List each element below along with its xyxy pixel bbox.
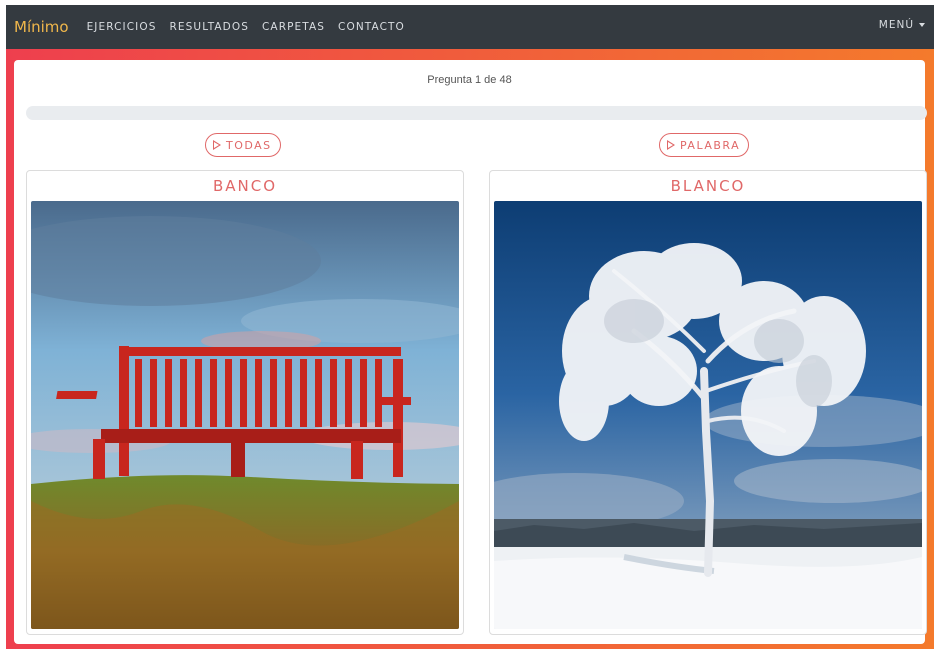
answer-card-blanco[interactable]: BLANCO xyxy=(489,170,927,635)
bench-image xyxy=(31,201,459,629)
play-word-label: PALABRA xyxy=(680,138,741,152)
nav-link-contacto[interactable]: CONTACTO xyxy=(338,21,405,33)
nav-link-carpetas[interactable]: CARPETAS xyxy=(262,21,325,33)
play-all-button[interactable]: TODAS xyxy=(205,133,281,157)
nav-link-resultados[interactable]: RESULTADOS xyxy=(170,21,249,33)
snow-tree-illustration xyxy=(494,201,922,629)
play-word-button[interactable]: PALABRA xyxy=(659,133,750,157)
play-all-label: TODAS xyxy=(226,138,272,152)
play-icon xyxy=(213,140,221,150)
answer-card-banco[interactable]: BANCO xyxy=(26,170,464,635)
caret-down-icon xyxy=(919,23,925,27)
content-frame: Pregunta 1 de 48 TODAS PALABRA BANCO BLA… xyxy=(6,49,934,649)
quiz-panel: Pregunta 1 de 48 TODAS PALABRA BANCO BLA… xyxy=(14,60,927,644)
nav-link-ejercicios[interactable]: EJERCICIOS xyxy=(87,21,157,33)
snow-tree-image xyxy=(494,201,922,629)
brand-logo[interactable]: Mínimo xyxy=(14,18,69,36)
card-word: BANCO xyxy=(212,177,278,195)
top-navbar: Mínimo EJERCICIOS RESULTADOS CARPETAS CO… xyxy=(6,5,934,49)
question-counter: Pregunta 1 de 48 xyxy=(427,74,512,86)
play-icon xyxy=(667,140,675,150)
bench-illustration xyxy=(31,201,459,629)
menu-dropdown[interactable]: MENÚ xyxy=(879,19,925,31)
menu-label: MENÚ xyxy=(878,19,914,31)
card-word: BLANCO xyxy=(670,177,746,195)
progress-bar xyxy=(26,106,927,120)
